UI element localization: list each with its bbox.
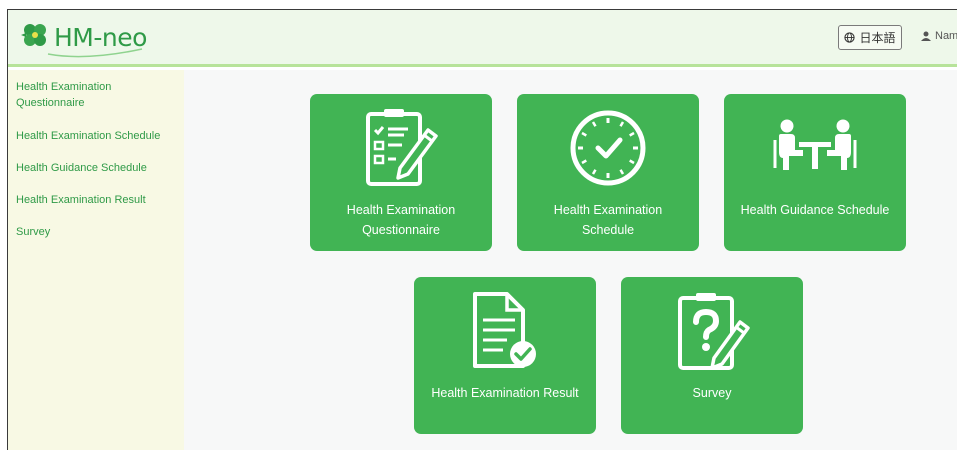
sidebar-item-exam-schedule[interactable]: Health Examination Schedule (8, 128, 184, 144)
sidebar-item-survey[interactable]: Survey (8, 224, 184, 240)
questionnaire-clipboard-icon (366, 109, 438, 186)
user-menu[interactable]: Nam (921, 30, 957, 42)
logo-swoosh-icon (47, 48, 143, 58)
logo[interactable]: HM-neo (18, 19, 148, 59)
sidebar-item-questionnaire[interactable]: Health Examination Questionnaire (8, 79, 178, 111)
tile-questionnaire[interactable]: Health Examination Questionnaire (310, 94, 492, 251)
app-frame: HM-neo 日本語 Nam Health Examination Questi… (7, 9, 957, 450)
tile-label: Health Guidance Schedule (740, 203, 890, 217)
survey-clipboard-icon (678, 293, 750, 370)
user-icon (921, 31, 931, 41)
tile-guidance-schedule[interactable]: Health Guidance Schedule (724, 94, 906, 251)
main-content: Health Examination Questionnaire Health … (184, 70, 957, 450)
tile-label: Health Examination (346, 203, 456, 217)
meeting-table-icon (773, 119, 857, 170)
tile-label: Schedule (581, 223, 635, 237)
clock-icon (570, 110, 646, 186)
header: HM-neo 日本語 Nam (8, 10, 957, 67)
tile-exam-result[interactable]: Health Examination Result (414, 277, 596, 434)
language-label: 日本語 (859, 31, 896, 45)
globe-icon (844, 32, 856, 43)
tile-label: Health Examination (553, 203, 663, 217)
tile-survey[interactable]: Survey (621, 277, 803, 434)
language-button[interactable]: 日本語 (838, 25, 902, 50)
tile-exam-schedule[interactable]: Health Examination Schedule (517, 94, 699, 251)
sidebar-item-exam-result[interactable]: Health Examination Result (8, 192, 184, 208)
tile-label: Survey (692, 386, 732, 400)
tile-label: Questionnaire (362, 223, 440, 237)
sidebar-item-guidance-schedule[interactable]: Health Guidance Schedule (8, 160, 184, 176)
user-name: Nam (935, 30, 957, 42)
sidebar: Health Examination Questionnaire Health … (8, 70, 184, 450)
tile-label: Health Examination Result (431, 386, 579, 400)
document-check-icon (473, 292, 536, 368)
